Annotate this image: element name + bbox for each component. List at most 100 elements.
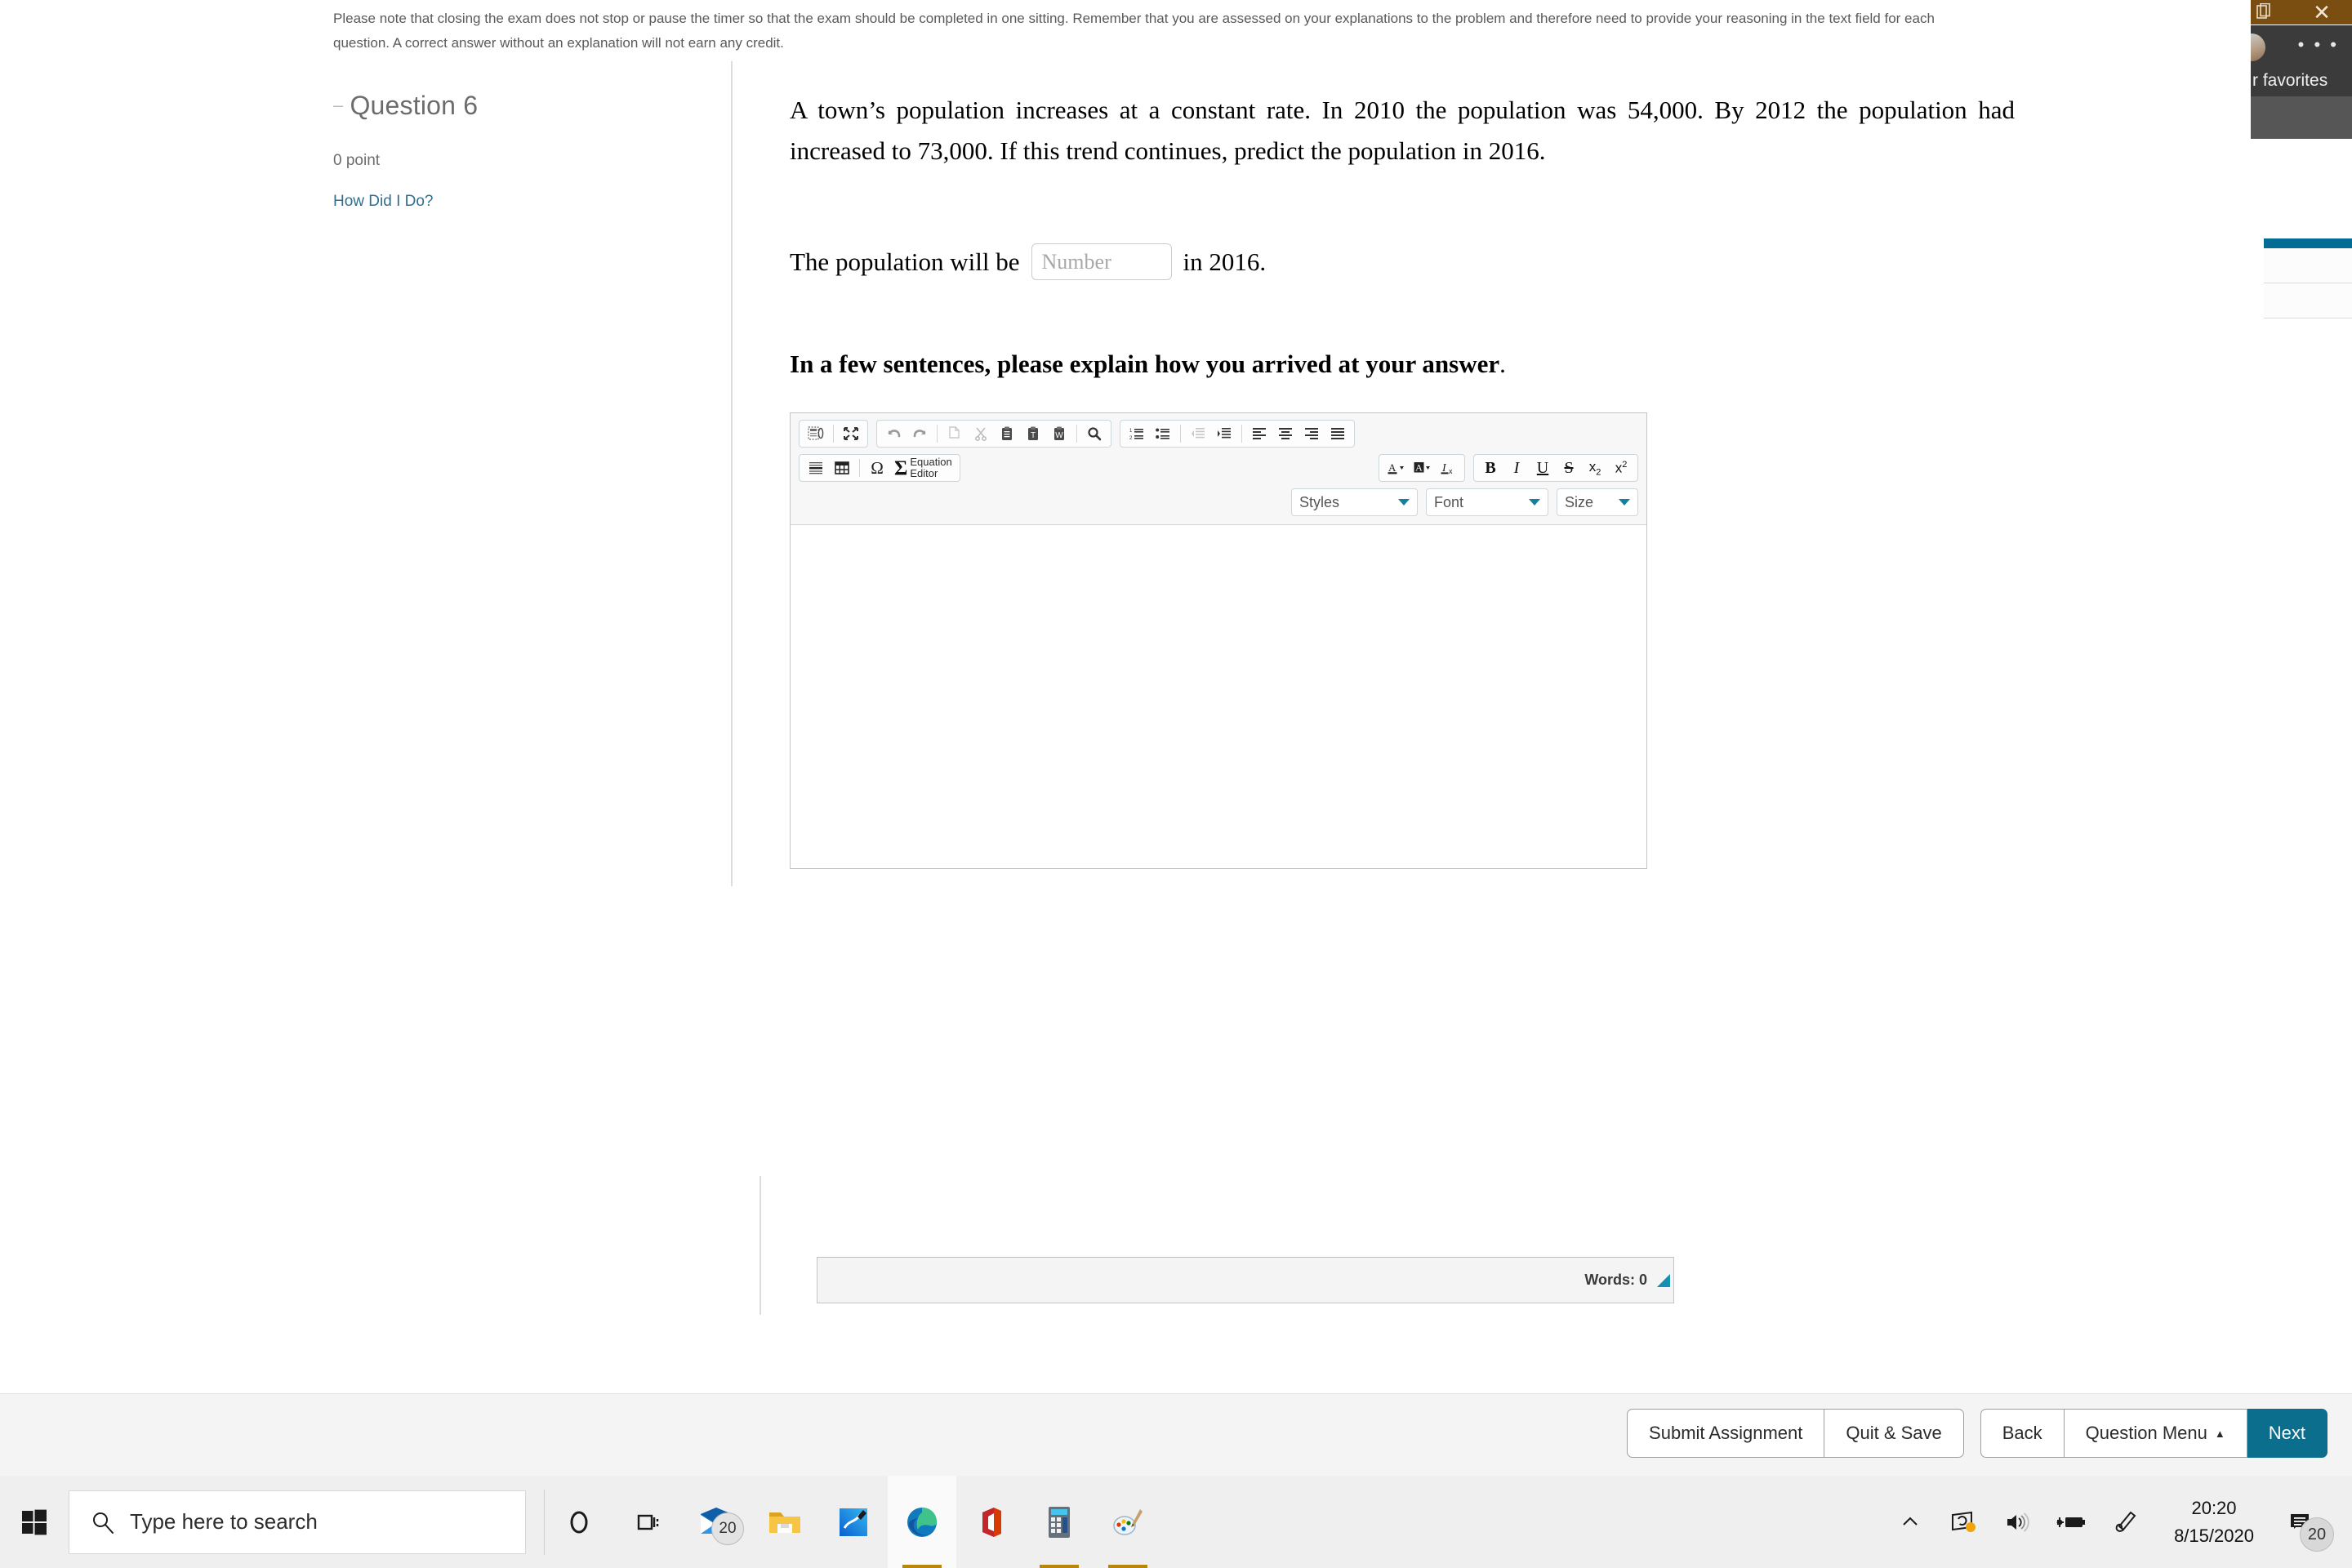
table-icon[interactable] bbox=[830, 457, 854, 479]
explanation-prompt: In a few sentences, please explain how y… bbox=[790, 350, 1851, 379]
toolbar-group-basic-styles: B I U S x2 x2 bbox=[1473, 454, 1638, 482]
notifications-icon[interactable]: 20 bbox=[2275, 1476, 2334, 1568]
svg-text:x: x bbox=[1449, 467, 1453, 475]
submit-assignment-button[interactable]: Submit Assignment bbox=[1627, 1409, 1825, 1458]
background-color-icon[interactable]: A bbox=[1410, 457, 1434, 479]
strikethrough-icon[interactable]: S bbox=[1557, 457, 1581, 479]
indent-icon[interactable] bbox=[1212, 422, 1236, 445]
italic-icon[interactable]: I bbox=[1504, 457, 1529, 479]
onenote-icon[interactable] bbox=[819, 1476, 888, 1568]
next-button[interactable]: Next bbox=[2247, 1409, 2328, 1458]
align-justify-icon[interactable] bbox=[1325, 422, 1350, 445]
exam-action-bar: Submit Assignment Quit & Save Back Quest… bbox=[0, 1393, 2352, 1476]
system-tray: 20:20 8/15/2020 20 bbox=[1883, 1476, 2352, 1568]
align-center-icon[interactable] bbox=[1273, 422, 1298, 445]
question-points: 0 point bbox=[333, 152, 381, 169]
volume-icon[interactable] bbox=[1991, 1476, 2045, 1568]
mail-icon[interactable]: 20 bbox=[682, 1476, 751, 1568]
paste-icon[interactable] bbox=[995, 422, 1019, 445]
toolbar-group-document bbox=[799, 420, 868, 448]
clock-date: 8/15/2020 bbox=[2174, 1525, 2254, 1546]
onedrive-sync-icon[interactable] bbox=[1937, 1476, 1991, 1568]
avatar bbox=[2251, 33, 2265, 61]
how-did-i-do-link[interactable]: How Did I Do? bbox=[333, 193, 717, 211]
app-active-underline bbox=[1040, 1565, 1079, 1568]
collapse-question-icon[interactable]: – bbox=[333, 90, 346, 121]
quit-and-save-button[interactable]: Quit & Save bbox=[1824, 1409, 1964, 1458]
special-character-icon[interactable]: Ω bbox=[865, 457, 889, 479]
browser-titlebar: ✕ bbox=[2251, 0, 2352, 24]
office-icon[interactable] bbox=[956, 1476, 1025, 1568]
svg-text:2: 2 bbox=[1129, 436, 1133, 441]
taskbar-clock[interactable]: 20:20 8/15/2020 bbox=[2153, 1476, 2275, 1568]
toolbar-separator bbox=[859, 459, 860, 477]
close-icon[interactable]: ✕ bbox=[2311, 2, 2332, 23]
outdent-icon[interactable] bbox=[1186, 422, 1210, 445]
copy-window-icon[interactable] bbox=[2256, 2, 2272, 25]
edge-icon[interactable] bbox=[888, 1476, 956, 1568]
copy-icon[interactable] bbox=[942, 422, 967, 445]
battery-charging-icon[interactable] bbox=[2045, 1476, 2099, 1568]
search-input[interactable]: Type here to search bbox=[69, 1490, 526, 1554]
paste-from-word-icon[interactable]: W bbox=[1047, 422, 1071, 445]
more-options-icon[interactable]: • • • bbox=[2298, 36, 2339, 54]
equation-editor-button[interactable]: Σ Equation Editor bbox=[891, 457, 956, 479]
find-icon[interactable] bbox=[1082, 422, 1107, 445]
text-color-icon[interactable]: A bbox=[1383, 457, 1408, 479]
show-desktop-button[interactable] bbox=[2329, 1476, 2352, 1568]
paint-icon[interactable] bbox=[1094, 1476, 1162, 1568]
styles-dropdown[interactable]: Styles bbox=[1291, 488, 1418, 516]
superscript-icon[interactable]: x2 bbox=[1609, 457, 1633, 479]
toolbar-separator bbox=[833, 425, 834, 443]
task-view-icon[interactable] bbox=[613, 1476, 682, 1568]
subscript-icon[interactable]: x2 bbox=[1583, 457, 1607, 479]
toolbar-group-clipboard: T W bbox=[876, 420, 1111, 448]
styles-dropdown-label: Styles bbox=[1299, 493, 1340, 510]
svg-text:T: T bbox=[1031, 431, 1036, 440]
explanation-prompt-text: In a few sentences, please explain how y… bbox=[790, 350, 1500, 378]
back-button[interactable]: Back bbox=[1980, 1409, 2065, 1458]
card-header-accent bbox=[2264, 238, 2352, 248]
number-answer-input[interactable] bbox=[1031, 243, 1172, 280]
numbered-list-icon[interactable]: 12 bbox=[1125, 422, 1149, 445]
show-hidden-icons-chevron-icon[interactable] bbox=[1883, 1476, 1937, 1568]
notifications-count-badge: 20 bbox=[2300, 1517, 2334, 1552]
toolbar-separator bbox=[1180, 425, 1181, 443]
toolbar-group-paragraph: 12 bbox=[1120, 420, 1355, 448]
editor-content-area[interactable] bbox=[791, 525, 1646, 868]
bulleted-list-icon[interactable] bbox=[1151, 422, 1175, 445]
align-left-icon[interactable] bbox=[1247, 422, 1272, 445]
undo-icon[interactable] bbox=[881, 422, 906, 445]
answer-prefix-text: The population will be bbox=[790, 247, 1020, 276]
templates-icon[interactable] bbox=[804, 422, 828, 445]
maximize-icon[interactable] bbox=[839, 422, 863, 445]
pen-workspace-icon[interactable] bbox=[2099, 1476, 2153, 1568]
editor-status-bar: Words: 0 bbox=[817, 1257, 1674, 1303]
cortana-icon[interactable] bbox=[545, 1476, 613, 1568]
browser-flyout-footer bbox=[2251, 96, 2352, 139]
size-dropdown-label: Size bbox=[1565, 493, 1594, 510]
bold-icon[interactable]: B bbox=[1478, 457, 1503, 479]
font-dropdown[interactable]: Font bbox=[1426, 488, 1548, 516]
question-menu-label: Question Menu bbox=[2085, 1423, 2207, 1443]
redo-icon[interactable] bbox=[907, 422, 932, 445]
browser-side-card bbox=[2264, 238, 2352, 318]
chevron-up-icon: ▲ bbox=[2214, 1427, 2225, 1440]
remove-format-icon[interactable]: Ix bbox=[1436, 457, 1460, 479]
editor-resize-grip[interactable] bbox=[1657, 1273, 1670, 1287]
start-button[interactable] bbox=[0, 1476, 69, 1568]
action-group-right: Back Question Menu ▲ Next bbox=[1980, 1409, 2328, 1458]
question-menu-button[interactable]: Question Menu ▲ bbox=[2064, 1409, 2247, 1458]
align-right-icon[interactable] bbox=[1299, 422, 1324, 445]
calculator-icon[interactable] bbox=[1025, 1476, 1094, 1568]
toolbar-group-insert: Ω Σ Equation Editor bbox=[799, 454, 960, 482]
size-dropdown[interactable]: Size bbox=[1557, 488, 1638, 516]
search-icon bbox=[93, 1512, 114, 1534]
cut-icon[interactable] bbox=[969, 422, 993, 445]
horizontal-rule-icon[interactable] bbox=[804, 457, 828, 479]
paste-as-text-icon[interactable]: T bbox=[1021, 422, 1045, 445]
file-explorer-icon[interactable] bbox=[751, 1476, 819, 1568]
question-rail-divider bbox=[731, 61, 733, 886]
underline-icon[interactable]: U bbox=[1530, 457, 1555, 479]
rich-text-editor: T W 12 Ω Σ Equation Editor A A I x B I U… bbox=[790, 412, 1647, 869]
